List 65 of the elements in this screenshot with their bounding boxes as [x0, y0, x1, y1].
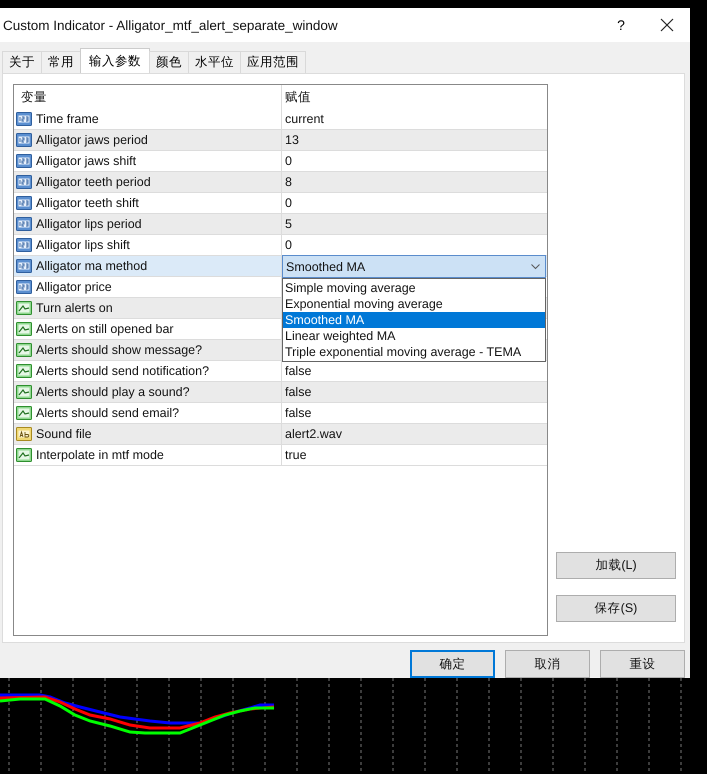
- parameter-name: Alligator lips period: [36, 217, 142, 231]
- number-type-icon: [16, 174, 32, 190]
- close-icon: [660, 18, 674, 32]
- parameter-value: 0: [285, 238, 292, 252]
- parameter-value: 0: [285, 154, 292, 168]
- parameter-value: true: [285, 448, 307, 462]
- tab[interactable]: 颜色: [149, 51, 189, 73]
- number-type-icon: [16, 111, 32, 127]
- number-type-icon: [16, 237, 32, 253]
- parameter-name: Alligator price: [36, 280, 112, 294]
- text-type-icon: [16, 426, 32, 442]
- parameter-value: current: [285, 112, 324, 126]
- parameter-name: Alerts should send email?: [36, 406, 180, 420]
- side-button[interactable]: 加载(L): [556, 552, 676, 579]
- number-type-icon: [16, 216, 32, 232]
- parameter-value: 5: [285, 217, 292, 231]
- dropdown-field[interactable]: Smoothed MA: [282, 255, 546, 278]
- number-type-icon: [16, 195, 32, 211]
- dropdown-option[interactable]: Triple exponential moving average - TEMA: [283, 344, 545, 360]
- parameter-value: false: [285, 406, 312, 420]
- tab[interactable]: 应用范围: [240, 51, 306, 73]
- parameter-value: false: [285, 385, 312, 399]
- number-type-icon: [16, 132, 32, 148]
- parameter-value: 8: [285, 175, 292, 189]
- window-title: Custom Indicator - Alligator_mtf_alert_separate_window: [3, 18, 338, 32]
- parameter-name: Alerts should show message?: [36, 343, 202, 357]
- number-type-icon: [16, 258, 32, 274]
- parameter-name: Time frame: [36, 112, 99, 126]
- dialog-button[interactable]: 确定: [410, 650, 495, 678]
- parameter-name: Interpolate in mtf mode: [36, 448, 164, 462]
- parameter-name: Alerts should send notification?: [36, 364, 210, 378]
- parameter-name: Alerts on still opened bar: [36, 322, 174, 336]
- parameter-name: Alligator jaws shift: [36, 154, 136, 168]
- dropdown-option[interactable]: Simple moving average: [283, 280, 545, 296]
- parameter-name: Turn alerts on: [36, 301, 113, 315]
- parameter-name: Alligator jaws period: [36, 133, 148, 147]
- caret-icon: [531, 264, 540, 270]
- dialog-button[interactable]: 重设: [600, 650, 685, 678]
- tab[interactable]: 输入参数: [80, 48, 150, 73]
- parameter-name: Sound file: [36, 427, 92, 441]
- number-type-icon: [16, 279, 32, 295]
- table-row[interactable]: Alligator lips period 5: [14, 214, 547, 235]
- side-button[interactable]: 保存(S): [556, 595, 676, 622]
- tab[interactable]: 关于: [2, 51, 42, 73]
- parameter-name: Alerts should play a sound?: [36, 385, 190, 399]
- parameter-name: Alligator teeth period: [36, 175, 151, 189]
- column-header[interactable]: 变量: [21, 88, 47, 106]
- table-row[interactable]: Interpolate in mtf mode true: [14, 445, 547, 466]
- parameter-value: alert2.wav: [285, 427, 342, 441]
- number-type-icon: [16, 153, 32, 169]
- parameter-value: 0: [285, 196, 292, 210]
- column-header[interactable]: 赋值: [285, 88, 311, 106]
- table-row[interactable]: Sound file alert2.wav: [14, 424, 547, 445]
- dialog-button[interactable]: 取消: [505, 650, 590, 678]
- help-button[interactable]: ?: [598, 8, 644, 42]
- parameter-value: 13: [285, 133, 299, 147]
- parameter-name: Alligator ma method: [36, 259, 148, 273]
- dropdown-option[interactable]: Exponential moving average: [283, 296, 545, 312]
- parameter-value: false: [285, 364, 312, 378]
- table-row[interactable]: Alligator teeth period 8: [14, 172, 547, 193]
- parameter-name: Alligator lips shift: [36, 238, 130, 252]
- table-row[interactable]: Alligator jaws period 13: [14, 130, 547, 151]
- dropdown-option[interactable]: Smoothed MA: [283, 312, 545, 328]
- table-row[interactable]: Alerts should play a sound? false: [14, 382, 547, 403]
- parameter-name: Alligator teeth shift: [36, 196, 139, 210]
